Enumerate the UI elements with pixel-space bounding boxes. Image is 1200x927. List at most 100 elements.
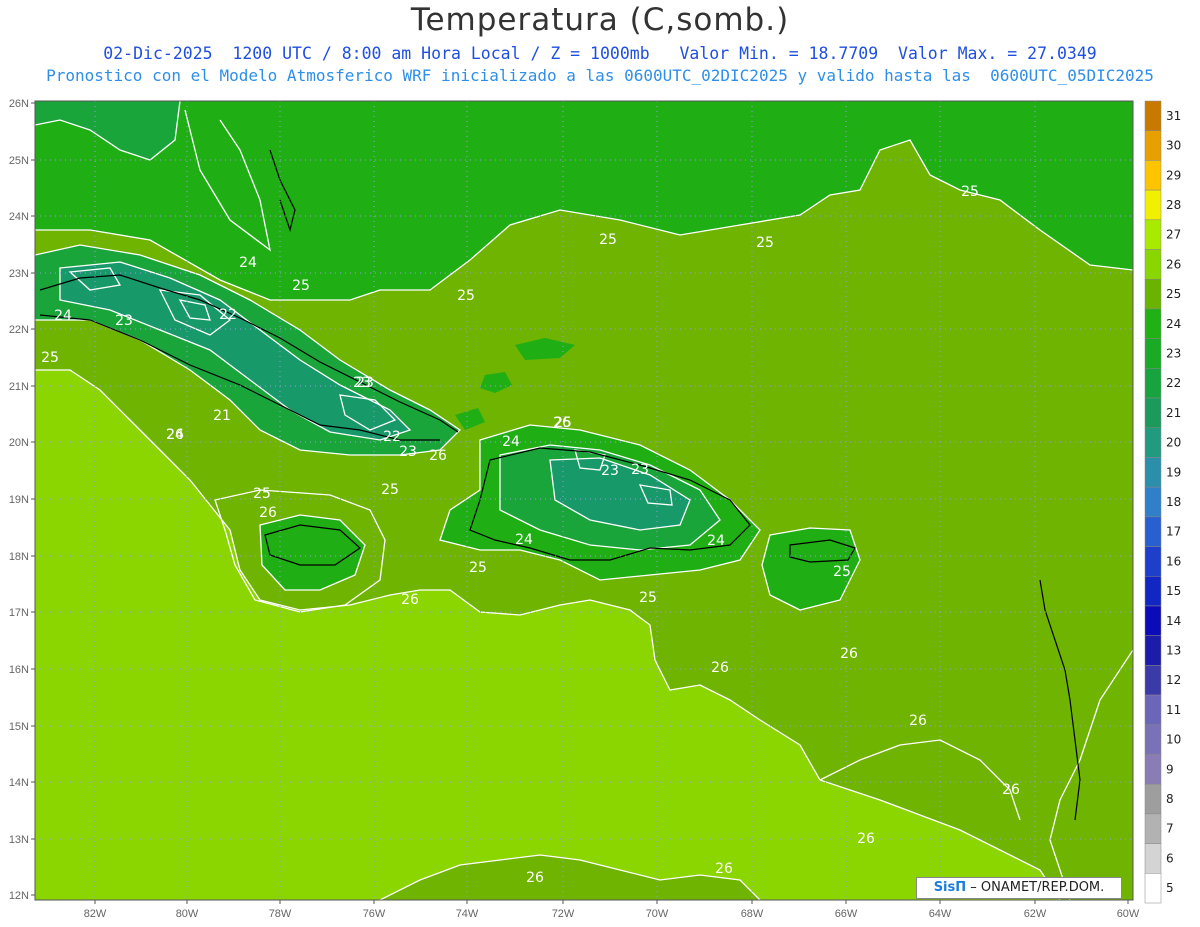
x-tick-label: 62W [1024,908,1047,920]
contour-label: 25 [469,560,487,576]
colorbar-swatch [1144,665,1162,696]
y-tick-label: 22N [9,324,29,336]
contour-label: 25 [381,482,399,498]
contour-label: 25 [253,486,271,502]
contour-label: 26 [526,870,544,886]
colorbar-swatch [1144,873,1162,904]
contour-label: 26 [909,713,927,729]
y-tick-label: 26N [9,98,29,110]
contour-label: 26 [1002,782,1020,798]
contour-label: 24 [515,532,533,548]
contour-label: 26 [715,861,733,877]
contour-label: 23 [601,463,619,479]
colorbar: 31 30 29 28 27 26 25 24 23 22 21 20 19 18 17 16 15 14 13 12… [1144,100,1181,904]
contour-label: 25 [292,278,310,294]
contour-label: 26 [711,660,729,676]
colorbar-label: 20 [1166,436,1181,450]
contour-label: 25 [756,235,774,251]
colorbar-swatch [1144,368,1162,399]
colorbar-label: 12 [1166,673,1181,687]
colorbar-swatch [1144,516,1162,547]
y-tick-label: 24N [9,211,29,223]
colorbar-swatch [1144,694,1162,726]
contour-label: 24 [54,308,72,324]
x-tick-label: 76W [363,908,386,920]
y-tick-label: 18N [9,551,29,563]
y-tick-label: 15N [9,721,29,733]
x-axis: 82W 80W 78W 76W 74W 72W 70W 68W 66W 64W 62W 60W [84,900,1140,920]
y-tick-label: 19N [9,494,29,506]
x-tick-label: 72W [552,908,575,920]
colorbar-label: 19 [1166,465,1181,479]
x-tick-label: 82W [84,908,107,920]
y-tick-label: 20N [9,437,29,449]
contour-label: 22 [219,307,237,323]
contour-label: 25 [961,184,979,200]
colorbar-swatch [1144,130,1162,161]
colorbar-swatch [1144,843,1162,874]
credit-text: – ONAMET/REP.DOM. [970,880,1105,895]
colorbar-label: 27 [1166,228,1181,242]
contour-label: 26 [857,831,875,847]
contour-label: 25 [833,564,851,580]
x-tick-label: 80W [176,908,199,920]
colorbar-label: 28 [1166,198,1181,212]
colorbar-label: 23 [1166,346,1181,360]
colorbar-label: 29 [1166,168,1181,182]
contour-label: 26 [401,592,419,608]
colorbar-label: 9 [1166,762,1174,776]
colorbar-swatch [1144,486,1162,518]
colorbar-label: 18 [1166,495,1181,509]
colorbar-label: 26 [1166,257,1181,271]
colorbar-label: 7 [1166,822,1174,836]
y-tick-label: 12N [9,890,29,902]
y-tick-label: 25N [9,155,29,167]
colorbar-label: 13 [1166,644,1181,658]
contour-label: 26 [840,646,858,662]
contour-label: 24 [239,255,257,271]
colorbar-swatch [1144,546,1162,577]
colorbar-swatch [1144,100,1162,131]
colorbar-swatch [1144,813,1162,844]
temperature-map: 25 252524252524 23 222523212223242625242625… [9,98,1181,920]
colorbar-swatch [1144,783,1162,815]
colorbar-swatch [1144,219,1162,250]
colorbar-label: 11 [1166,703,1181,717]
contour-label: 25 [457,288,475,304]
y-tick-label: 23N [9,268,29,280]
colorbar-label: 31 [1166,109,1181,123]
colorbar-swatch [1144,160,1162,191]
y-axis: 26N 25N 24N 23N 22N 21N 20N 19N 18N 17N 16N 15N 14N 1… [9,98,35,902]
contour-label: 21 [213,408,231,424]
contour-label: 26 [166,427,184,443]
colorbar-swatch [1144,635,1162,666]
contour-label: 24 [502,434,520,450]
shaded-field [35,101,1133,900]
contour-label: 25 [599,232,617,248]
x-tick-label: 66W [835,908,858,920]
colorbar-swatch [1144,308,1162,339]
contour-label: 25 [639,590,657,606]
colorbar-swatch [1144,278,1162,310]
y-tick-label: 21N [9,381,29,393]
x-tick-label: 74W [456,908,479,920]
colorbar-swatch [1144,724,1162,755]
x-tick-label: 68W [741,908,764,920]
x-tick-label: 64W [929,908,952,920]
colorbar-label: 21 [1166,406,1181,420]
y-tick-label: 14N [9,777,29,789]
colorbar-label: 5 [1166,881,1174,895]
colorbar-label: 6 [1166,851,1174,865]
colorbar-label: 10 [1166,733,1181,747]
colorbar-swatch [1144,427,1162,458]
colorbar-label: 25 [1166,287,1181,301]
x-tick-label: 70W [646,908,669,920]
y-tick-label: 13N [9,834,29,846]
credit-brand: SisΠ [933,880,967,895]
colorbar-swatch [1144,189,1162,221]
contour-label: 23 [115,313,133,329]
contour-label: 23 [356,375,374,391]
colorbar-label: 8 [1166,792,1174,806]
colorbar-label: 30 [1166,139,1181,153]
contour-label: 23 [631,462,649,478]
